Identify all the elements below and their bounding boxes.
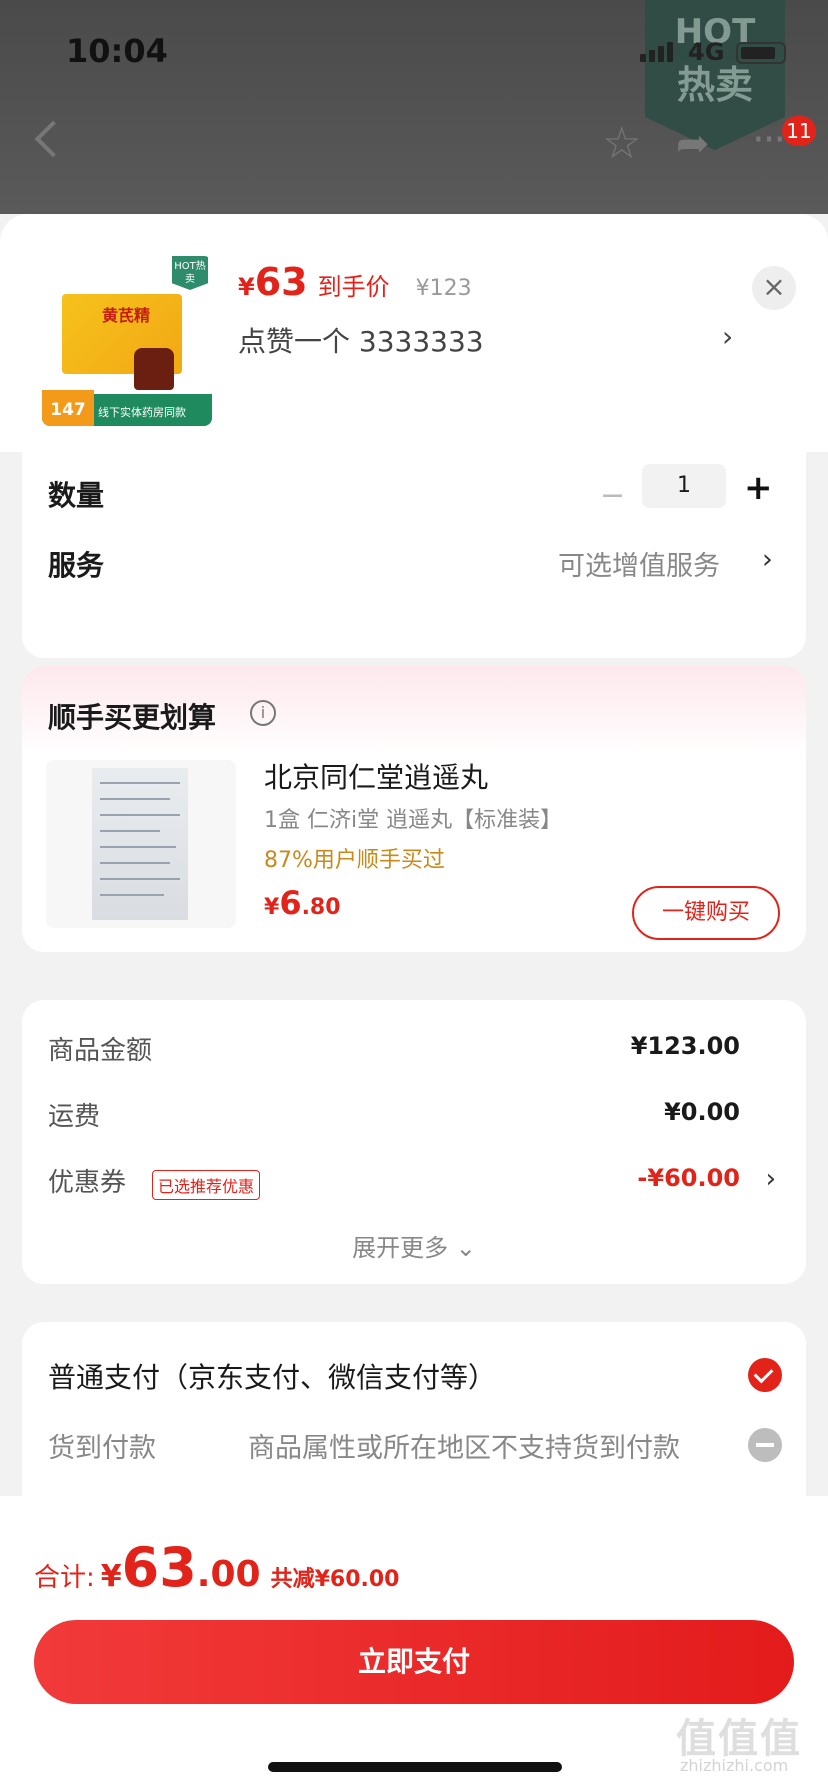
service-label: 服务	[48, 549, 105, 582]
payment-option-normal[interactable]: 普通支付（京东支付、微信支付等）	[48, 1356, 496, 1396]
addon-product-image[interactable]	[46, 760, 236, 928]
addon-card: 顺手买更划算 i 北京同仁堂逍遥丸 1盒 仁济i堂 逍遥丸【标准装】 87%用户…	[22, 666, 806, 952]
favorite-icon[interactable]: ☆	[602, 122, 641, 166]
addon-price-int: 6	[279, 884, 302, 922]
chevron-right-icon[interactable]: ›	[766, 1164, 776, 1194]
total-amount: 63	[121, 1536, 197, 1599]
one-click-buy-button[interactable]: 一键购买	[632, 886, 780, 940]
final-price-tag: 到手价	[317, 273, 390, 301]
summary-value-shipping: ¥0.00	[664, 1098, 740, 1126]
total-symbol: ¥	[100, 1559, 122, 1594]
thumb-strip-price: 147	[42, 390, 94, 426]
price-row: ¥ 63 到手价 ¥123	[238, 260, 472, 304]
addon-product-spec: 1盒 仁济i堂 逍遥丸【标准装】	[264, 808, 563, 833]
chevron-right-icon[interactable]: ›	[722, 320, 733, 353]
product-box-text: 黄芪精	[102, 306, 151, 325]
disabled-radio-icon	[748, 1428, 782, 1462]
summary-value-goods: ¥123.00	[630, 1032, 740, 1060]
pay-now-button[interactable]: 立即支付	[34, 1620, 794, 1704]
info-icon[interactable]: i	[250, 700, 276, 726]
order-summary-card: 商品金额 ¥123.00 运费 ¥0.00 优惠券 已选推荐优惠 -¥60.00…	[22, 1000, 806, 1284]
close-icon: ×	[762, 270, 786, 303]
payment-option-cod: 货到付款	[48, 1433, 156, 1464]
status-time: 10:04	[66, 32, 168, 70]
quantity-decrease-button[interactable]: −	[600, 478, 625, 513]
chevron-right-icon[interactable]: ›	[762, 544, 773, 575]
thumb-hot-badge: HOT热卖	[172, 256, 208, 290]
product-bottle-image	[134, 348, 174, 390]
addon-price: ¥ 6 .80	[264, 884, 341, 922]
watermark-url: zhizhizhi.com	[680, 1756, 789, 1775]
final-price: 63	[254, 260, 308, 304]
summary-label-coupon: 优惠券	[48, 1168, 127, 1198]
payment-cod-note: 商品属性或所在地区不支持货到付款	[248, 1433, 680, 1464]
close-button[interactable]: ×	[752, 266, 796, 310]
price-symbol: ¥	[238, 273, 255, 301]
coupon-badge: 已选推荐优惠	[152, 1170, 261, 1200]
addon-title: 顺手买更划算	[48, 701, 217, 734]
summary-label-shipping: 运费	[48, 1102, 101, 1132]
service-option[interactable]: 可选增值服务	[558, 544, 720, 583]
product-thumbnail: 黄芪精 HOT热卖 147 线下实体药房同款	[42, 256, 212, 426]
expand-more-button[interactable]: 展开更多 ⌄	[22, 1228, 806, 1263]
addon-price-symbol: ¥	[264, 895, 280, 920]
total-label: 合计:	[34, 1563, 95, 1593]
addon-product-name[interactable]: 北京同仁堂逍遥丸	[264, 756, 488, 796]
summary-value-coupon[interactable]: -¥60.00	[637, 1164, 740, 1192]
more-icon[interactable]: ···	[752, 120, 786, 160]
thumb-strip-text: 线下实体药房同款	[98, 406, 186, 419]
checkout-footer: 合计: ¥ 63 .00 共减¥60.00 立即支付 值值值 zhizhizhi…	[0, 1496, 828, 1792]
addon-price-dec: .80	[301, 895, 341, 920]
total-saving: 共减¥60.00	[270, 1567, 400, 1592]
battery-icon	[736, 42, 786, 64]
selected-check-icon[interactable]	[748, 1358, 782, 1392]
total-row: 合计: ¥ 63 .00 共减¥60.00	[34, 1536, 399, 1599]
original-price: ¥123	[415, 276, 472, 301]
quantity-service-card: 数量 − 1 + 服务 可选增值服务 ›	[22, 434, 806, 658]
quantity-input[interactable]: 1	[642, 464, 726, 508]
addon-percent-text: 87%用户顺手买过	[264, 848, 445, 873]
selected-variant[interactable]: 点赞一个 3333333	[238, 320, 484, 360]
quantity-increase-button[interactable]: +	[744, 468, 773, 508]
package-insert-image	[92, 768, 188, 920]
summary-label-goods: 商品金额	[48, 1036, 153, 1066]
share-icon[interactable]: ➦	[676, 124, 710, 164]
quantity-label: 数量	[48, 479, 105, 512]
total-decimal: .00	[196, 1554, 261, 1595]
home-indicator	[268, 1762, 562, 1772]
message-count-badge: 11	[782, 116, 816, 146]
product-header: 黄芪精 HOT热卖 147 线下实体药房同款 ¥ 63 到手价 ¥123 点赞一…	[0, 214, 828, 452]
signal-icon	[640, 40, 674, 62]
network-type: 4G	[688, 38, 725, 66]
